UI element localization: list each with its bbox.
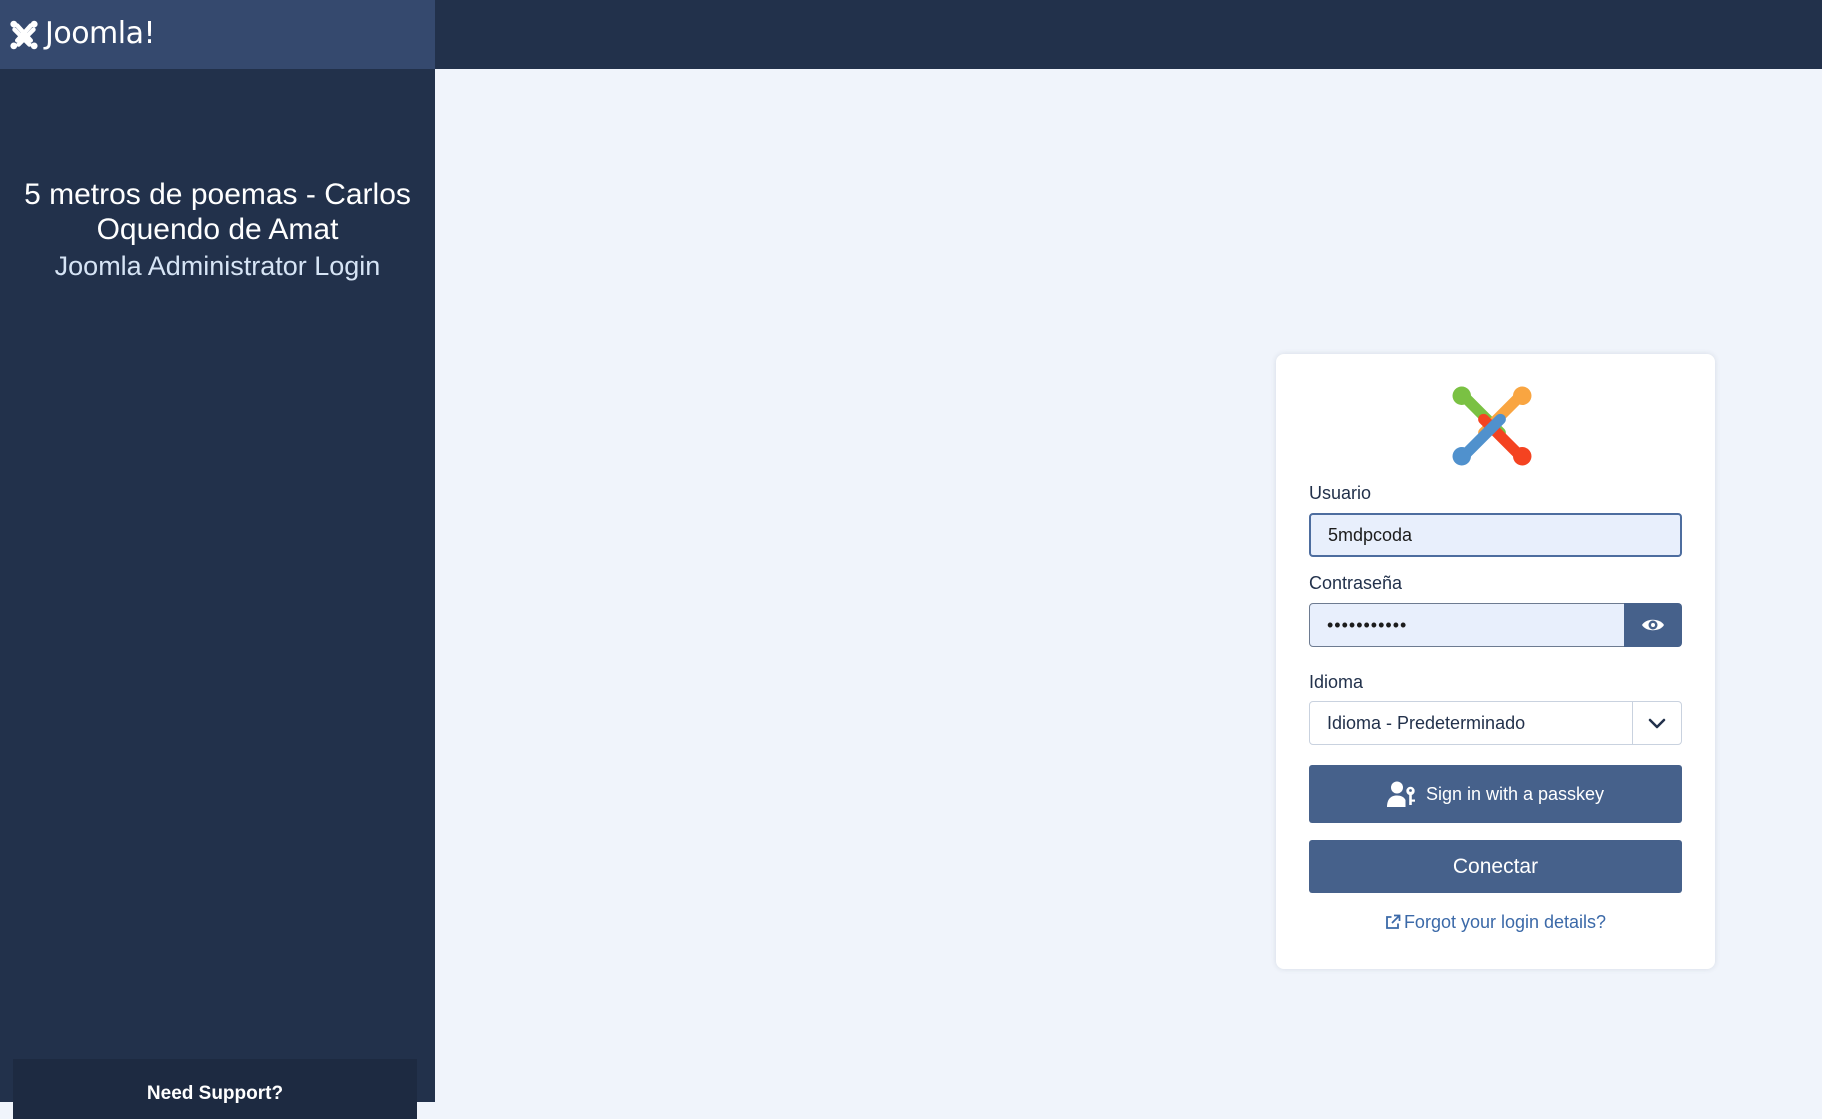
show-password-button[interactable] (1624, 603, 1682, 647)
top-bar: Joomla! (0, 0, 1822, 69)
password-input[interactable]: ••••••••••• (1309, 603, 1625, 647)
brand[interactable]: Joomla! (0, 0, 435, 69)
password-label: Contraseña (1309, 573, 1403, 593)
user-key-icon (1386, 781, 1415, 807)
language-label: Idioma (1309, 672, 1364, 692)
forgot-label: Forgot your login details? (1403, 912, 1607, 932)
brand-text: Joomla! (45, 16, 156, 51)
eye-icon (1642, 619, 1664, 631)
language-select[interactable]: Idioma - Predeterminado (1309, 701, 1682, 745)
username-input[interactable]: 5mdpcoda (1309, 513, 1682, 557)
username-label: Usuario (1309, 483, 1372, 503)
login-subtitle: Joomla Administrator Login (54, 251, 381, 281)
login-button[interactable]: Conectar (1309, 840, 1682, 893)
passkey-label: Sign in with a passkey (1425, 783, 1605, 804)
username-value: 5mdpcoda (1328, 524, 1413, 545)
password-value: ••••••••••• (1327, 614, 1408, 635)
site-name: 5 metros de poemas - Carlos Oquendo de A… (24, 178, 411, 246)
language-value: Idioma - Predeterminado (1327, 712, 1526, 733)
support-box: Need Support? (13, 1059, 417, 1119)
joomla-logo-icon (10, 20, 38, 49)
external-link-icon (1386, 914, 1401, 929)
sidebar: 5 metros de poemas - Carlos Oquendo de A… (0, 69, 435, 1119)
forgot-login-link[interactable]: Forgot your login details? (1276, 912, 1715, 933)
login-label: Conectar (1452, 854, 1539, 878)
chevron-down-icon (1632, 702, 1681, 744)
joomla-color-logo-icon (1452, 386, 1532, 466)
passkey-button[interactable]: Sign in with a passkey (1309, 765, 1682, 823)
login-card: Usuario 5mdpcoda Contraseña ••••••••••• … (1276, 354, 1715, 969)
